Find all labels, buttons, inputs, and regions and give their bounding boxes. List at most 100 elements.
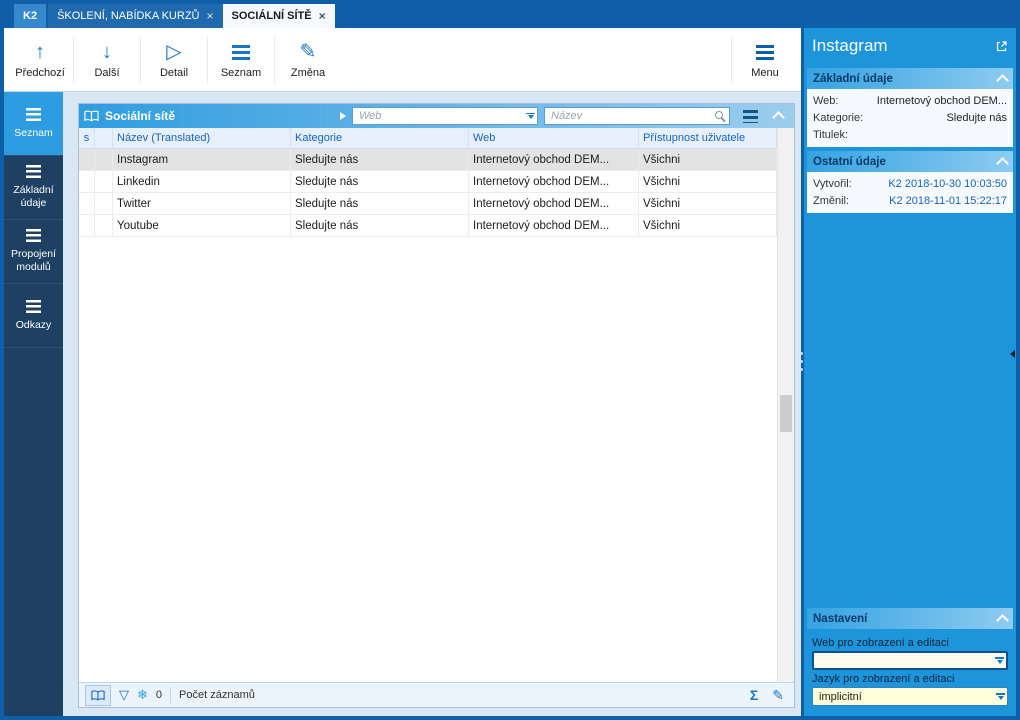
tab-label: SOCIÁLNÍ SÍTĚ bbox=[231, 10, 312, 22]
sum-sigma-icon[interactable]: Σ bbox=[750, 687, 758, 703]
expand-play-icon[interactable] bbox=[340, 112, 346, 120]
row-cell-category: Sledujte nás bbox=[291, 149, 469, 170]
preview-panel: Instagram Základní údaje Web: Internetov… bbox=[804, 28, 1016, 716]
dropdown-icon[interactable] bbox=[996, 693, 1005, 700]
column-header-s[interactable]: s bbox=[79, 128, 95, 148]
web-display-field[interactable] bbox=[812, 651, 1008, 670]
toolbar-separator bbox=[73, 36, 74, 83]
sidebar-item-seznam[interactable]: Seznam bbox=[4, 92, 63, 156]
row-cell bbox=[79, 171, 95, 192]
sidebar-item-propojeni-modulu[interactable]: Propojení modulů bbox=[4, 220, 63, 284]
panel-splitter-handle[interactable] bbox=[799, 352, 803, 371]
list-menu-icon bbox=[26, 107, 41, 121]
filter-name-field[interactable] bbox=[544, 107, 730, 125]
row-cell-access: Všichni bbox=[639, 215, 777, 236]
toolbar-separator bbox=[731, 36, 732, 83]
flag-count: 0 bbox=[155, 689, 163, 701]
filter-dropdown-icon[interactable] bbox=[526, 112, 535, 120]
column-header-icon[interactable] bbox=[95, 128, 113, 148]
field-label: Vytvořil: bbox=[813, 177, 852, 190]
row-cell-name: Instagram bbox=[113, 149, 291, 170]
toolbar: ↑ Předchozí ↓ Další ▷ Detail Seznam ✎ Zm… bbox=[4, 28, 801, 92]
k2-window: K2 ŠKOLENÍ, NABÍDKA KURZŮ × SOCIÁLNÍ SÍT… bbox=[0, 0, 1020, 720]
book-view-button[interactable] bbox=[85, 684, 111, 706]
field-label: Kategorie: bbox=[813, 111, 864, 124]
sidebar-item-label: Odkazy bbox=[15, 318, 52, 331]
next-button[interactable]: ↓ Další bbox=[75, 32, 139, 88]
status-bar: ▽ ❄ 0 Počet záznamů Σ ✎ bbox=[79, 682, 794, 707]
sidebar-item-odkazy[interactable]: Odkazy bbox=[4, 284, 63, 348]
sidebar-item-zakladni-udaje[interactable]: Základní údaje bbox=[4, 156, 63, 220]
list-menu-icon bbox=[232, 40, 250, 64]
table-row-twitter[interactable]: Twitter Sledujte nás Internetový obchod … bbox=[79, 193, 777, 215]
web-display-input[interactable] bbox=[818, 653, 993, 668]
chevron-up-icon[interactable] bbox=[996, 73, 1009, 87]
play-icon: ▷ bbox=[166, 41, 182, 63]
dropdown-icon[interactable] bbox=[995, 657, 1004, 664]
filter-web-input[interactable] bbox=[357, 109, 524, 123]
records-grid: s Název (Translated) Kategorie Web Příst… bbox=[79, 128, 777, 682]
toolbar-separator bbox=[140, 36, 141, 83]
grid-menu-icon[interactable] bbox=[743, 109, 758, 123]
filter-funnel-icon[interactable]: ▽ bbox=[119, 687, 129, 703]
open-external-icon[interactable] bbox=[995, 40, 1008, 53]
tab-skoleni-nabidka-kurzu[interactable]: ŠKOLENÍ, NABÍDKA KURZŮ × bbox=[48, 4, 223, 28]
column-header-name[interactable]: Název (Translated) bbox=[113, 128, 291, 148]
change-button[interactable]: ✎ Změna bbox=[276, 32, 340, 88]
toolbar-separator bbox=[207, 36, 208, 83]
row-cell-category: Sledujte nás bbox=[291, 193, 469, 214]
detail-button[interactable]: ▷ Detail bbox=[142, 32, 206, 88]
chevron-up-icon[interactable] bbox=[772, 111, 785, 124]
menu-label: Menu bbox=[751, 67, 779, 79]
table-row-linkedin[interactable]: Linkedin Sledujte nás Internetový obchod… bbox=[79, 171, 777, 193]
toolbar-separator bbox=[274, 36, 275, 83]
language-display-input[interactable] bbox=[817, 689, 994, 704]
row-cell bbox=[79, 149, 95, 170]
tab-socialni-site[interactable]: SOCIÁLNÍ SÍTĚ × bbox=[222, 4, 335, 28]
previous-button[interactable]: ↑ Předchozí bbox=[8, 32, 72, 88]
section-basic-fields: Web: Internetový obchod DEM... Kategorie… bbox=[807, 89, 1013, 147]
close-icon[interactable]: × bbox=[207, 10, 214, 22]
browse-title: Sociální sítě bbox=[84, 109, 334, 123]
book-icon bbox=[84, 110, 99, 122]
list-menu-icon bbox=[26, 229, 41, 243]
chevron-up-icon[interactable] bbox=[996, 613, 1009, 627]
next-label: Další bbox=[94, 67, 120, 79]
column-header-web[interactable]: Web bbox=[469, 128, 639, 148]
column-header-access[interactable]: Přístupnost uživatele bbox=[639, 128, 777, 148]
section-title: Ostatní údaje bbox=[813, 155, 886, 168]
language-display-field[interactable] bbox=[812, 687, 1008, 706]
scrollbar-thumb[interactable] bbox=[780, 395, 792, 432]
status-right-icons: Σ ✎ bbox=[750, 687, 788, 704]
edit-pencil-icon[interactable]: ✎ bbox=[772, 687, 784, 704]
language-display-label: Jazyk pro zobrazení a editaci bbox=[812, 673, 955, 685]
search-icon[interactable] bbox=[714, 110, 727, 123]
section-other-fields: Vytvořil: K2 2018-10-30 10:03:50 Změnil:… bbox=[807, 172, 1013, 213]
section-header-basic[interactable]: Základní údaje bbox=[807, 68, 1013, 89]
vertical-scrollbar[interactable] bbox=[777, 128, 794, 682]
section-title: Základní údaje bbox=[813, 72, 893, 85]
column-header-category[interactable]: Kategorie bbox=[291, 128, 469, 148]
table-row-youtube[interactable]: Youtube Sledujte nás Internetový obchod … bbox=[79, 215, 777, 237]
section-header-other[interactable]: Ostatní údaje bbox=[807, 151, 1013, 172]
chevron-up-icon[interactable] bbox=[996, 156, 1009, 170]
row-cell-access: Všichni bbox=[639, 149, 777, 170]
field-label: Titulek: bbox=[813, 128, 849, 141]
field-value: Internetový obchod DEM... bbox=[876, 94, 1007, 107]
field-value: K2 2018-11-01 15:22:17 bbox=[889, 194, 1007, 207]
list-menu-icon bbox=[26, 299, 41, 313]
row-cell bbox=[79, 215, 95, 236]
table-row-instagram[interactable]: Instagram Sledujte nás Internetový obcho… bbox=[79, 149, 777, 171]
tab-k2-label: K2 bbox=[23, 10, 38, 22]
browse-header: Sociální sítě bbox=[79, 104, 794, 128]
sidebar-item-label: Základní údaje bbox=[13, 184, 54, 209]
list-button[interactable]: Seznam bbox=[209, 32, 273, 88]
close-icon[interactable]: × bbox=[319, 10, 326, 22]
filter-web-field[interactable] bbox=[352, 107, 538, 125]
menu-button[interactable]: Menu bbox=[733, 32, 797, 88]
preview-title: Instagram bbox=[812, 36, 888, 55]
collapse-panel-arrow[interactable] bbox=[1010, 350, 1015, 358]
section-header-settings[interactable]: Nastavení bbox=[807, 608, 1013, 629]
tab-k2[interactable]: K2 bbox=[14, 4, 47, 28]
filter-name-input[interactable] bbox=[549, 109, 712, 123]
